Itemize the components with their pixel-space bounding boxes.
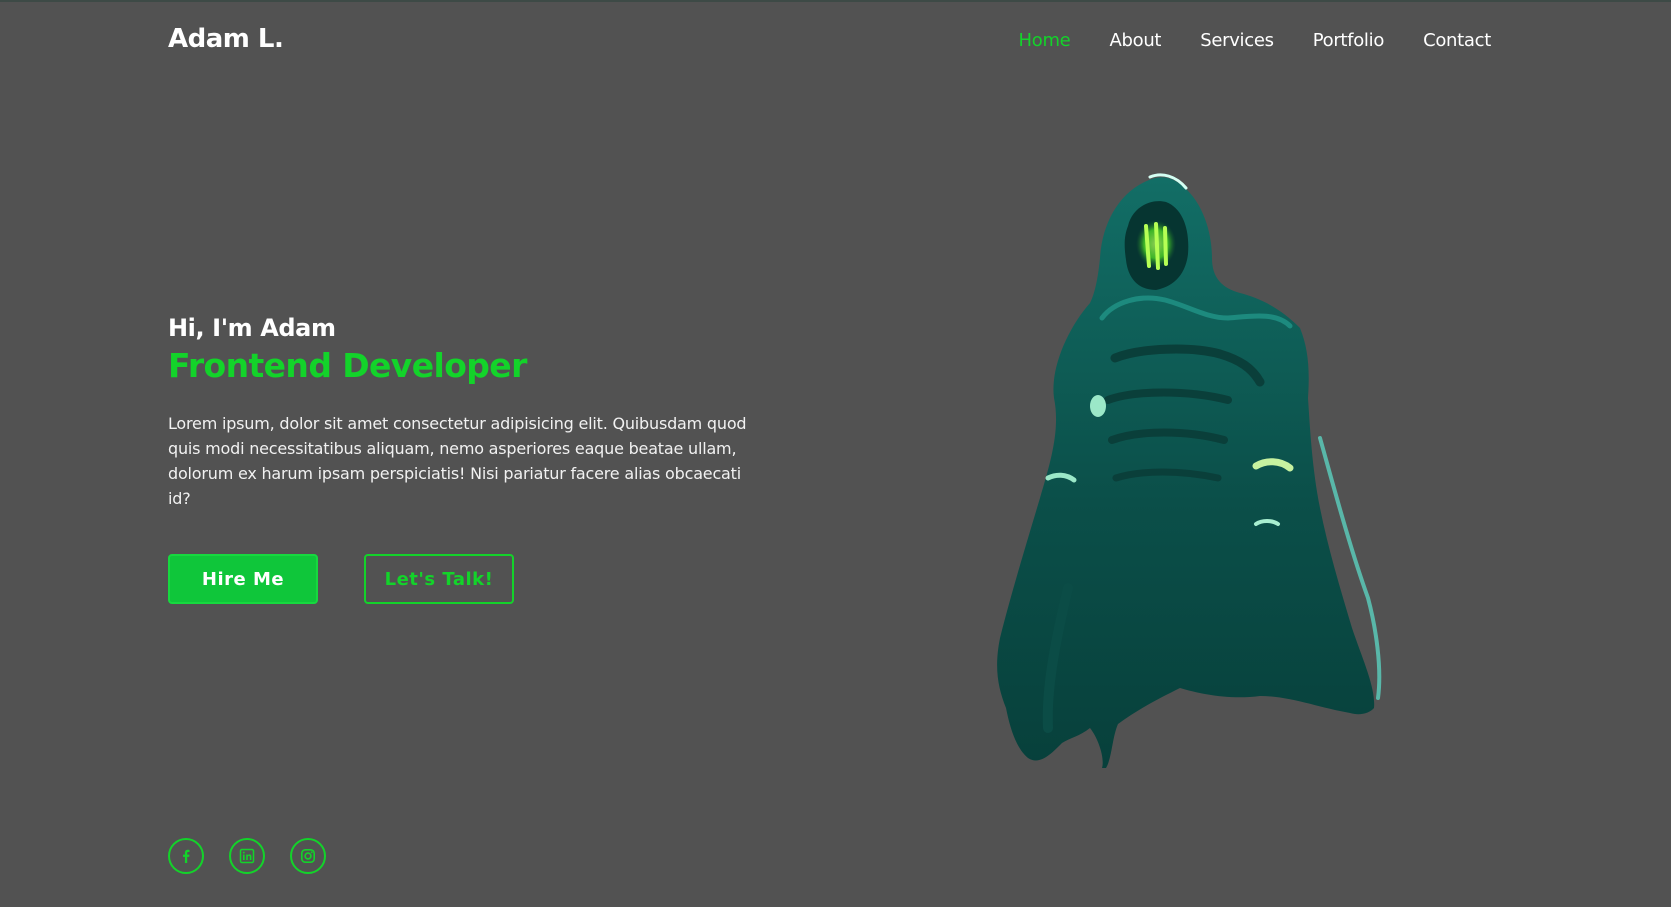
lets-talk-button[interactable]: Let's Talk!	[364, 554, 514, 604]
hero-buttons: Hire Me Let's Talk!	[168, 554, 514, 604]
facebook-icon	[183, 849, 190, 863]
instagram-icon	[300, 848, 315, 863]
hooded-figure-image	[997, 173, 1382, 768]
linkedin-link[interactable]	[229, 838, 265, 874]
nav-link-about[interactable]: About	[1109, 30, 1161, 51]
brand-logo[interactable]: Adam L.	[168, 24, 284, 54]
main-nav: Home About Services Portfolio Contact	[1019, 30, 1492, 51]
nav-link-services[interactable]: Services	[1200, 30, 1274, 51]
facebook-link[interactable]	[168, 838, 204, 874]
linkedin-icon	[239, 848, 255, 864]
nav-link-contact[interactable]: Contact	[1423, 30, 1491, 51]
hero-role: Frontend Developer	[168, 346, 527, 385]
hero-greeting: Hi, I'm Adam	[168, 314, 336, 342]
hire-me-button[interactable]: Hire Me	[168, 554, 318, 604]
nav-link-home[interactable]: Home	[1019, 30, 1071, 51]
instagram-link[interactable]	[290, 838, 326, 874]
top-border	[0, 0, 1671, 2]
hero-content: Hi, I'm Adam Frontend Developer Lorem ip…	[168, 314, 768, 511]
social-links	[168, 838, 326, 874]
nav-link-portfolio[interactable]: Portfolio	[1313, 30, 1385, 51]
hero-description: Lorem ipsum, dolor sit amet consectetur …	[168, 414, 747, 508]
